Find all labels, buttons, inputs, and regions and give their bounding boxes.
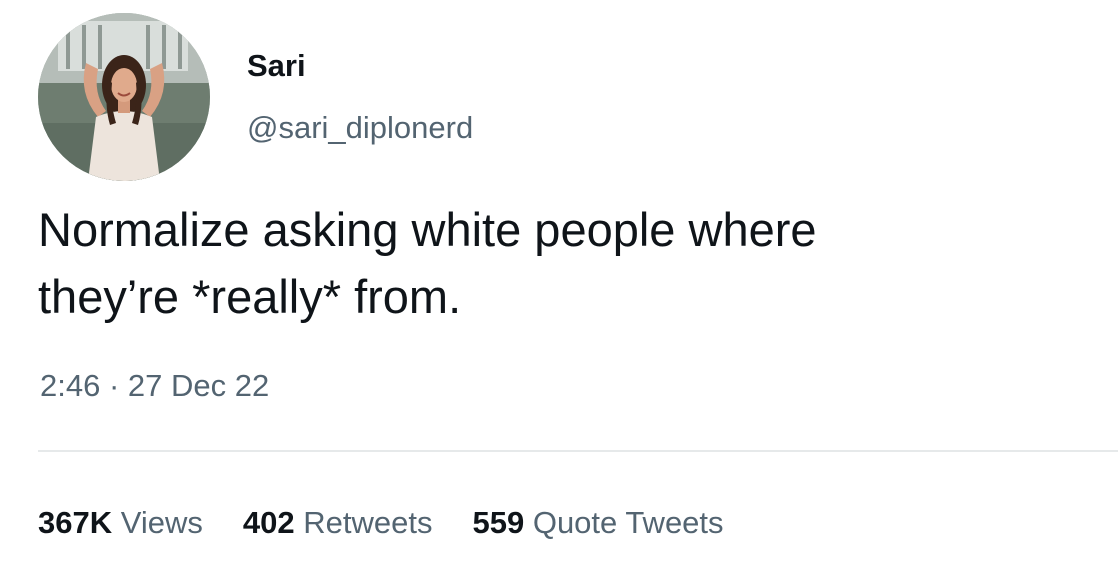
- tweet-date[interactable]: 27 Dec 22: [128, 368, 269, 403]
- retweets-label: Retweets: [303, 505, 433, 540]
- views-stat[interactable]: 367K Views: [38, 503, 203, 543]
- timestamp-separator: ·: [108, 368, 120, 403]
- divider: [38, 450, 1118, 452]
- display-name[interactable]: Sari: [247, 46, 306, 86]
- quote-tweets-stat[interactable]: 559 Quote Tweets: [472, 503, 723, 543]
- tweet-text-line: Normalize asking white people where: [38, 203, 817, 256]
- quote-tweets-label: Quote Tweets: [532, 505, 724, 540]
- avatar[interactable]: [38, 13, 210, 181]
- avatar-photo: [38, 13, 210, 181]
- tweet-stats: 367K Views 402 Retweets 559 Quote Tweets: [38, 503, 764, 543]
- retweets-count: 402: [242, 505, 295, 540]
- tweet-text: Normalize asking white people where they…: [38, 196, 1098, 330]
- tweet-text-line: they’re *really* from.: [38, 270, 462, 323]
- quote-tweets-count: 559: [472, 505, 525, 540]
- tweet-card: Sari @sari_diplonerd Normalize asking wh…: [0, 0, 1118, 562]
- views-count: 367K: [38, 505, 113, 540]
- tweet-time[interactable]: 2:46: [40, 368, 100, 403]
- views-label: Views: [120, 505, 203, 540]
- user-handle[interactable]: @sari_diplonerd: [247, 108, 473, 148]
- retweets-stat[interactable]: 402 Retweets: [243, 503, 433, 543]
- tweet-timestamp: 2:46 · 27 Dec 22: [40, 366, 269, 406]
